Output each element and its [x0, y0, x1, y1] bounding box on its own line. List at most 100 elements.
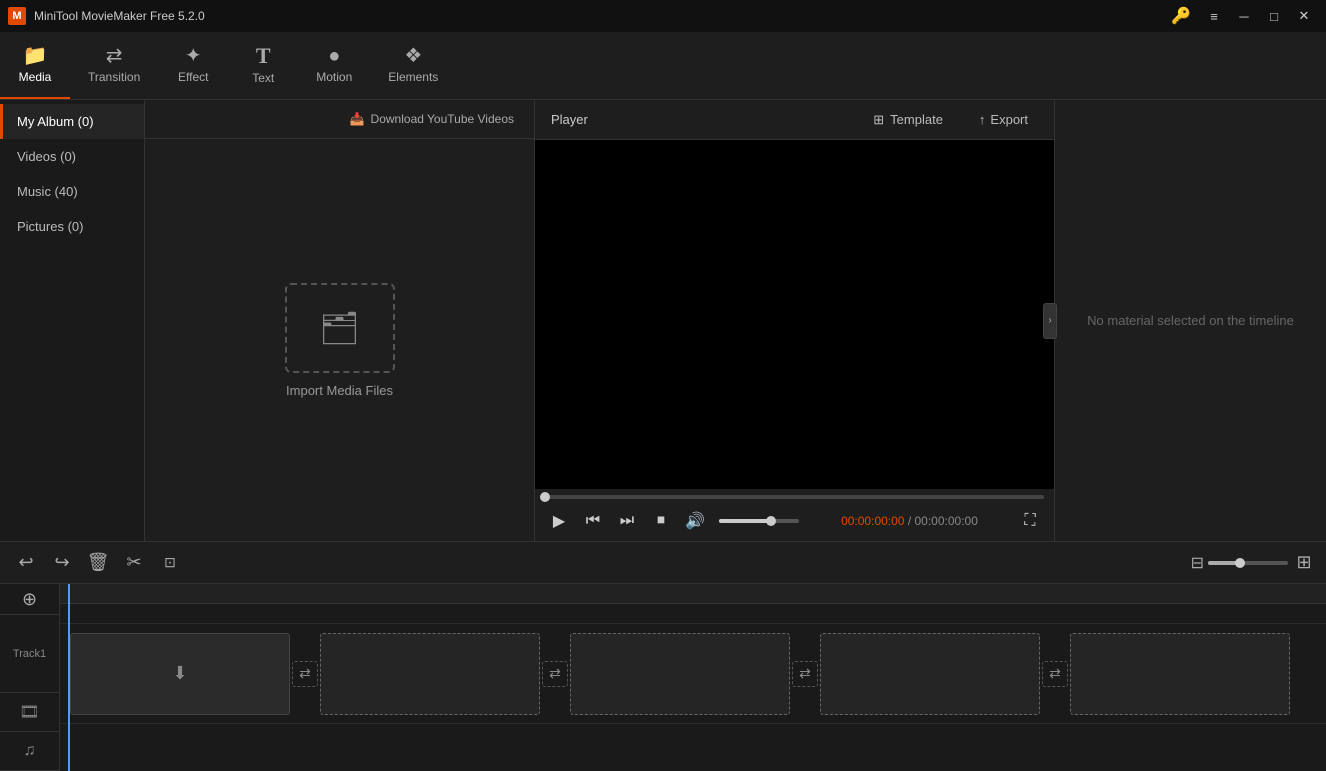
music-note-icon: ♫ — [24, 742, 36, 760]
volume-knob[interactable] — [766, 516, 776, 526]
template-icon: ⊞ — [873, 112, 884, 128]
export-icon: ↑ — [979, 112, 986, 127]
left-panel: My Album (0) Videos (0) Music (40) Pictu… — [0, 100, 535, 541]
right-properties-panel: › No material selected on the timeline — [1055, 100, 1326, 541]
transition-2[interactable]: ⇄ — [540, 633, 570, 715]
transition-3-arrow: ⇄ — [792, 661, 818, 687]
transition-4[interactable]: ⇄ — [1040, 633, 1070, 715]
progress-bar[interactable] — [545, 495, 1044, 499]
redo-button[interactable]: ↪ — [46, 547, 78, 579]
toolbar: 📁 Media ⇄ Transition ✦ Effect T Text ● M… — [0, 32, 1326, 100]
app-title: MiniTool MovieMaker Free 5.2.0 — [34, 9, 1162, 23]
no-material-text: No material selected on the timeline — [1067, 293, 1314, 348]
video-area — [535, 140, 1054, 489]
minimize-button[interactable]: ─ — [1230, 6, 1258, 26]
transition-icon: ⇄ — [106, 46, 123, 66]
transition-1-arrow: ⇄ — [292, 661, 318, 687]
template-button[interactable]: ⊞ Template — [863, 108, 953, 132]
clip-1-icon: ⬇ — [172, 663, 187, 684]
film-icon: 🎞 — [19, 702, 39, 722]
download-youtube-button[interactable]: 📥 Download YouTube Videos — [342, 108, 522, 130]
toolbar-elements[interactable]: ❖ Elements — [370, 32, 456, 99]
folder-icon: 🗂 — [319, 309, 360, 347]
video-track-clips: ⬇ ⇄ ⇄ — [60, 624, 1326, 723]
toolbar-media-label: Media — [19, 70, 52, 84]
time-separator: / — [908, 514, 915, 528]
player-controls: ▶ ⏮ ⏭ ⏹ 🔊 00:00:00:00 / 00:00:00:00 ⛶ — [535, 489, 1054, 541]
export-button[interactable]: ↑ Export — [969, 108, 1038, 131]
audio-track-icon: ♫ — [0, 732, 59, 771]
tracks-area[interactable]: ⬇ ⇄ ⇄ — [60, 584, 1326, 771]
effect-icon: ✦ — [185, 46, 202, 66]
toolbar-media[interactable]: 📁 Media — [0, 32, 70, 99]
volume-slider[interactable] — [719, 519, 799, 523]
toolbar-transition-label: Transition — [88, 70, 140, 84]
restore-button[interactable]: □ — [1260, 6, 1288, 26]
media-icon: 📁 — [23, 46, 48, 66]
zoom-knob[interactable] — [1235, 558, 1245, 568]
tracks-inner: ⬇ ⇄ ⇄ — [60, 584, 1326, 771]
zoom-in-button[interactable]: ⊞ — [1292, 551, 1316, 575]
fullscreen-button[interactable]: ⛶ — [1016, 507, 1044, 535]
player-header: Player ⊞ Template ↑ Export — [535, 100, 1054, 140]
video-track-icon: 🎞 — [0, 693, 59, 732]
transition-3[interactable]: ⇄ — [790, 633, 820, 715]
audio-track-row — [60, 724, 1326, 771]
download-icon: 📥 — [350, 112, 365, 126]
text-icon: T — [256, 45, 271, 67]
title-bar: M MiniTool MovieMaker Free 5.2.0 🔑 ≡ ─ □… — [0, 0, 1326, 32]
add-track-button[interactable]: ⊕ — [0, 584, 59, 615]
motion-icon: ● — [328, 46, 340, 66]
title-buttons: ≡ ─ □ ✕ — [1200, 6, 1318, 26]
crop-button[interactable]: ⊡ — [154, 547, 186, 579]
clip-4[interactable] — [820, 633, 1040, 715]
toolbar-motion-label: Motion — [316, 70, 352, 84]
elements-icon: ❖ — [404, 46, 422, 66]
stop-button[interactable]: ⏹ — [647, 507, 675, 535]
play-button[interactable]: ▶ — [545, 507, 573, 535]
video-track-row: ⬇ ⇄ ⇄ — [60, 624, 1326, 724]
sidebar-item-music[interactable]: Music (40) — [0, 174, 144, 209]
toolbar-text[interactable]: T Text — [228, 32, 298, 99]
player-panel: Player ⊞ Template ↑ Export ▶ ⏮ ⏭ ⏹ 🔊 — [535, 100, 1055, 541]
import-label: Import Media Files — [286, 383, 393, 398]
prev-frame-button[interactable]: ⏮ — [579, 507, 607, 535]
transition-2-arrow: ⇄ — [542, 661, 568, 687]
clip-1[interactable]: ⬇ — [70, 633, 290, 715]
import-area: 🗂 Import Media Files — [145, 139, 534, 541]
collapse-panel-button[interactable]: › — [1043, 303, 1057, 339]
time-total: 00:00:00:00 — [915, 514, 978, 528]
toolbar-text-label: Text — [252, 71, 274, 85]
sidebar-item-my-album[interactable]: My Album (0) — [0, 104, 144, 139]
track1-header-row — [60, 604, 1326, 624]
app-icon: M — [8, 7, 26, 25]
volume-button[interactable]: 🔊 — [681, 507, 709, 535]
transition-1[interactable]: ⇄ — [290, 633, 320, 715]
track1-label: Track1 — [0, 615, 59, 693]
transition-4-arrow: ⇄ — [1042, 661, 1068, 687]
sidebar-item-videos[interactable]: Videos (0) — [0, 139, 144, 174]
menu-button[interactable]: ≡ — [1200, 6, 1228, 26]
cut-button[interactable]: ✂ — [118, 547, 150, 579]
playhead-line — [68, 584, 70, 771]
undo-button[interactable]: ↩ — [10, 547, 42, 579]
toolbar-motion[interactable]: ● Motion — [298, 32, 370, 99]
key-icon[interactable]: 🔑 — [1170, 5, 1192, 27]
progress-knob[interactable] — [540, 492, 550, 502]
clip-3[interactable] — [570, 633, 790, 715]
close-button[interactable]: ✕ — [1290, 6, 1318, 26]
clip-5[interactable] — [1070, 633, 1290, 715]
toolbar-transition[interactable]: ⇄ Transition — [70, 32, 158, 99]
media-toolbar: 📥 Download YouTube Videos — [145, 100, 534, 139]
import-media-box[interactable]: 🗂 — [285, 283, 395, 373]
timeline-content: ⊕ Track1 🎞 ♫ — [0, 584, 1326, 771]
next-frame-button[interactable]: ⏭ — [613, 507, 641, 535]
player-label: Player — [551, 112, 847, 127]
sidebar: My Album (0) Videos (0) Music (40) Pictu… — [0, 100, 145, 541]
delete-button[interactable]: 🗑 — [82, 547, 114, 579]
volume-fill — [719, 519, 771, 523]
sidebar-item-pictures[interactable]: Pictures (0) — [0, 209, 144, 244]
clip-2[interactable] — [320, 633, 540, 715]
zoom-slider[interactable] — [1208, 561, 1288, 565]
toolbar-effect[interactable]: ✦ Effect — [158, 32, 228, 99]
